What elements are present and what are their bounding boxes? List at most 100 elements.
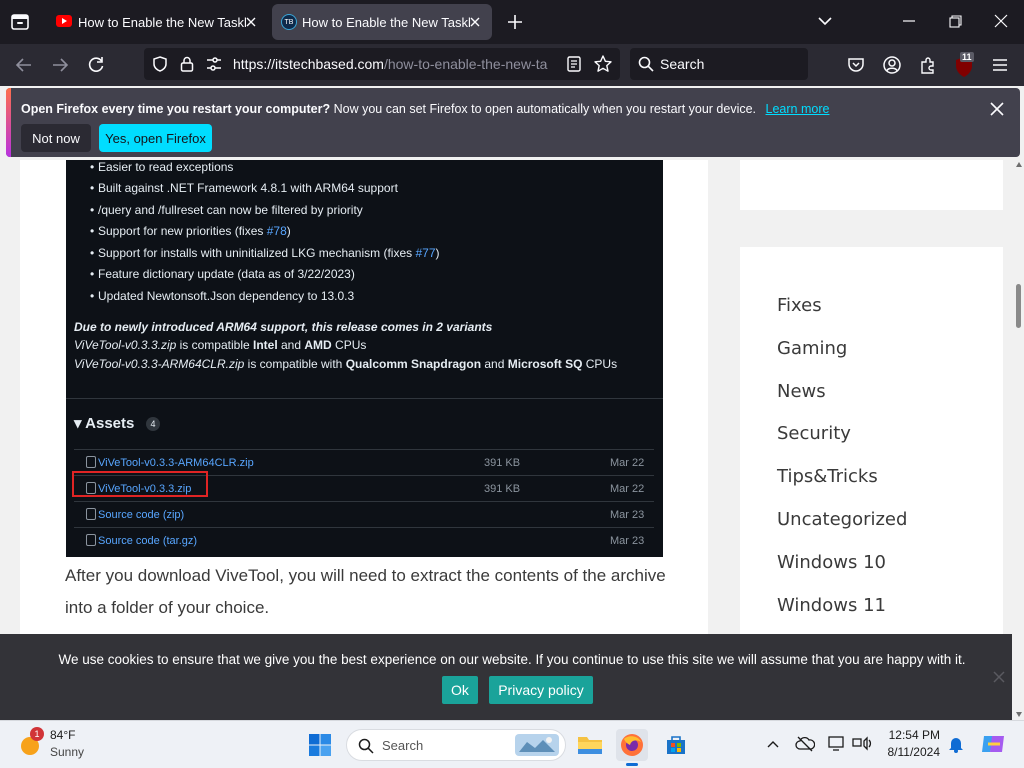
extensions-icon[interactable]: [918, 55, 938, 75]
scroll-up-icon[interactable]: [1016, 162, 1022, 167]
active-indicator: [626, 763, 638, 766]
category-link[interactable]: Windows 11: [777, 595, 886, 616]
file-zip-icon: [86, 508, 96, 520]
lock-icon[interactable]: [179, 55, 195, 73]
notification-text: Now you can set Firefox to open automati…: [330, 102, 757, 116]
sidebar-widget-top: [740, 160, 1003, 210]
issue-link[interactable]: #78: [267, 224, 287, 238]
learn-more-link[interactable]: Learn more: [766, 102, 830, 116]
permissions-icon[interactable]: [205, 56, 223, 72]
asset-date: Mar 23: [610, 509, 645, 521]
firefox-taskbar-icon[interactable]: [616, 729, 648, 766]
search-icon: [638, 56, 654, 72]
assets-count-badge: 4: [146, 417, 160, 431]
category-link[interactable]: News: [777, 381, 826, 402]
asset-date: Mar 22: [610, 457, 645, 469]
close-notification-icon[interactable]: [988, 100, 1006, 118]
forward-icon[interactable]: [50, 55, 70, 75]
asset-name[interactable]: Source code (zip): [98, 509, 184, 521]
menu-hamburger-icon[interactable]: [990, 56, 1010, 74]
notification-bold: Open Firefox every time you restart your…: [21, 102, 331, 116]
scroll-down-icon[interactable]: [1016, 712, 1022, 717]
asset-row[interactable]: Source code (zip) Mar 23: [74, 501, 654, 527]
search-highlight-image: [515, 734, 559, 756]
clock-time[interactable]: 12:54 PM: [884, 728, 940, 742]
site-favicon-icon: TB: [281, 14, 297, 30]
notification-bell-icon[interactable]: [948, 735, 964, 753]
article-paragraph: After you download ViveTool, you will ne…: [65, 566, 666, 617]
bullet-item: Support for new priorities (fixes #78): [90, 224, 291, 238]
back-icon[interactable]: [14, 55, 34, 75]
pocket-icon[interactable]: [846, 55, 866, 75]
variant-line-1: ViVeTool-v0.3.3.zip is compatible Intel …: [74, 338, 367, 352]
copilot-icon[interactable]: [980, 732, 1006, 756]
network-volume-icon[interactable]: [852, 735, 874, 753]
ublock-extension-icon[interactable]: 11: [954, 52, 980, 78]
assets-toggle[interactable]: ▾ Assets: [74, 414, 134, 432]
microsoft-store-icon[interactable]: [660, 729, 692, 761]
asset-name[interactable]: ViVeTool-v0.3.3-ARM64CLR.zip: [98, 457, 254, 469]
taskbar-search[interactable]: Search: [346, 729, 566, 761]
cookie-ok-button[interactable]: Ok: [442, 676, 478, 704]
account-icon[interactable]: [882, 55, 902, 75]
onedrive-icon[interactable]: [795, 735, 815, 753]
tab-itstechbased[interactable]: TB How to Enable the New Taskbar: [272, 4, 492, 40]
weather-desc[interactable]: Sunny: [50, 745, 84, 759]
yes-open-firefox-button[interactable]: Yes, open Firefox: [99, 124, 212, 152]
asset-size: 391 KB: [484, 457, 521, 469]
shield-icon[interactable]: [151, 55, 169, 73]
bullet-item: /query and /fullreset can now be filtere…: [90, 203, 363, 217]
not-now-button[interactable]: Not now: [21, 124, 91, 152]
cookie-banner: We use cookies to ensure that we give yo…: [0, 634, 1012, 720]
url-text[interactable]: https://itstechbased.com/how-to-enable-t…: [233, 56, 557, 72]
category-link[interactable]: Windows 10: [777, 552, 886, 573]
tab-title: How to Enable the New Taskbar: [302, 15, 470, 30]
firefox-view-icon[interactable]: [8, 10, 32, 34]
close-tab-icon[interactable]: [466, 13, 484, 31]
package-icon: [86, 456, 96, 468]
list-tabs-chevron-icon[interactable]: [816, 14, 834, 28]
url-domain: https://itstechbased.com: [233, 56, 384, 72]
category-link[interactable]: Tips&Tricks: [777, 466, 878, 487]
reader-view-icon[interactable]: [565, 55, 583, 73]
tab-strip: How to Enable the New Taskbar TB How to …: [0, 0, 1024, 44]
category-link[interactable]: Uncategorized: [777, 509, 907, 530]
url-bar[interactable]: https://itstechbased.com/how-to-enable-t…: [144, 48, 620, 80]
variant-line-2: ViVeTool-v0.3.3-ARM64CLR.zip is compatib…: [74, 357, 618, 371]
minimize-icon[interactable]: [900, 14, 918, 28]
close-cookie-icon[interactable]: [992, 670, 1006, 684]
category-link[interactable]: Security: [777, 423, 851, 444]
category-link[interactable]: Fixes: [777, 295, 822, 316]
bullet-item: Easier to read exceptions: [90, 160, 233, 174]
scroll-thumb[interactable]: [1016, 284, 1021, 328]
show-hidden-icons-chevron-icon[interactable]: [766, 739, 780, 749]
windows-start-icon[interactable]: [304, 729, 336, 761]
new-tab-icon[interactable]: [505, 12, 525, 32]
issue-link[interactable]: #77: [415, 246, 435, 260]
taskbar-search-label: Search: [382, 738, 424, 753]
close-tab-icon[interactable]: [242, 13, 260, 31]
bullet-item: Updated Newtonsoft.Json dependency to 13…: [90, 289, 354, 303]
weather-sun-icon[interactable]: 1: [18, 727, 44, 757]
clock-date[interactable]: 8/11/2024: [884, 745, 941, 759]
notification-accent-stripe: [6, 88, 11, 157]
file-explorer-icon[interactable]: [574, 729, 606, 761]
tab-youtube[interactable]: How to Enable the New Taskbar: [46, 4, 268, 40]
file-zip-icon: [86, 534, 96, 546]
close-window-icon[interactable]: [992, 13, 1010, 29]
bullet-item: Feature dictionary update (data as of 3/…: [90, 267, 355, 281]
bookmark-star-icon[interactable]: [593, 54, 613, 74]
page-scrollbar[interactable]: [1012, 160, 1024, 720]
restore-icon[interactable]: [946, 13, 964, 29]
taskbar: 1 84°F Sunny Search 12:54 PM 8/11/2024: [0, 720, 1024, 768]
asset-row[interactable]: Source code (tar.gz) Mar 23: [74, 527, 654, 553]
search-icon: [358, 738, 374, 754]
reload-icon[interactable]: [86, 55, 106, 75]
search-box[interactable]: Search: [630, 48, 808, 80]
asset-name[interactable]: Source code (tar.gz): [98, 535, 197, 547]
category-link[interactable]: Gaming: [777, 338, 847, 359]
release-notes-screenshot: Easier to read exceptions Built against …: [66, 160, 663, 557]
display-icon[interactable]: [827, 735, 847, 753]
weather-temp[interactable]: 84°F: [50, 728, 75, 742]
privacy-policy-button[interactable]: Privacy policy: [489, 676, 593, 704]
